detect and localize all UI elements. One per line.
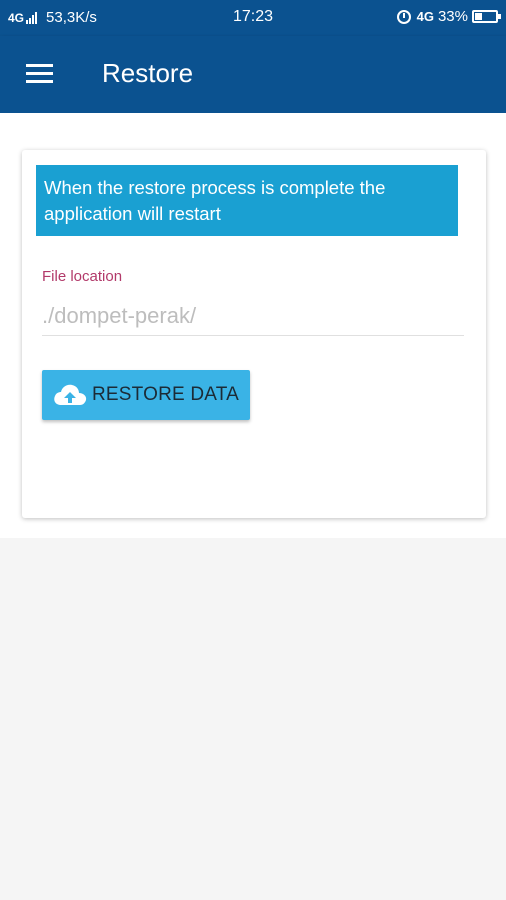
network-type-secondary: 4G [416,9,434,24]
app-bar: Restore [0,36,506,113]
file-location-label: File location [42,268,123,285]
battery-percent: 33% [437,8,468,25]
page-title: Restore [102,58,194,88]
hamburger-menu-icon[interactable] [26,64,53,84]
file-location-input[interactable] [42,296,464,336]
restore-data-button[interactable]: RESTORE DATA [42,370,250,420]
restore-card: When the restore process is complete the… [22,150,486,518]
cloud-upload-icon [52,383,88,407]
status-right: 4G 33% [396,8,501,25]
battery-fill [475,13,482,20]
battery-icon [472,10,501,23]
alarm-icon [396,9,411,24]
info-banner: When the restore process is complete the… [36,165,458,236]
status-bar: 4G 53,3K/s 17:23 4G 33% [0,0,506,36]
restore-data-label: RESTORE DATA [92,384,240,405]
